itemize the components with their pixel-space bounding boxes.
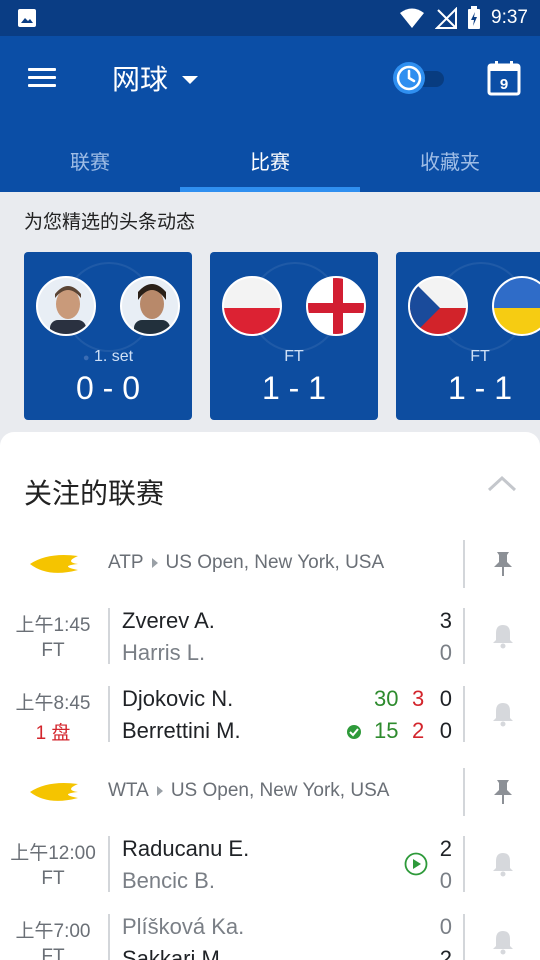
sport-label: 网球 — [112, 63, 169, 96]
followed-leagues-sheet: 关注的联赛 ATP US Open, New York, USA 上午1:45 … — [0, 432, 540, 960]
serve-icon: ● — [82, 352, 90, 364]
sport-selector[interactable]: 网球 — [112, 58, 199, 98]
tab-favorites[interactable]: 收藏夹 — [360, 128, 540, 192]
no-signal-icon — [435, 7, 458, 29]
poland-flag-icon — [222, 276, 282, 336]
pin-icon[interactable] — [490, 778, 516, 806]
score-away: 0 — [439, 718, 452, 743]
caret-down-icon — [182, 76, 199, 84]
match-status: FT — [41, 640, 65, 661]
player-away: Harris L. — [122, 640, 206, 665]
player-away: Sakkari M. — [122, 946, 226, 960]
battery-charging-icon — [468, 6, 481, 29]
bell-icon[interactable] — [490, 700, 516, 728]
league-event: US Open, New York, USA — [165, 552, 385, 573]
score-home: 2 — [439, 836, 452, 861]
card-status: FT — [284, 348, 304, 365]
match-status: 1 盘 — [35, 723, 71, 744]
match-status: FT — [41, 946, 65, 960]
featured-cards: ● 1. set 0 - 0 FT 1 - 1 FT 1 - 1 — [24, 252, 540, 420]
featured-title: 为您精选的头条动态 — [24, 211, 196, 233]
image-notification-icon — [18, 9, 36, 27]
game-points-home: 30 — [374, 686, 399, 711]
clock-time: 9:37 — [491, 7, 528, 28]
menu-icon[interactable] — [22, 64, 62, 92]
score-away: 2 — [439, 946, 452, 960]
set-score-home: 3 — [412, 686, 425, 711]
player-home: Plíšková Ka. — [122, 914, 245, 939]
card-score: 0 - 0 — [75, 370, 141, 406]
bell-icon[interactable] — [490, 928, 516, 956]
chevron-up-icon[interactable] — [486, 472, 518, 496]
card-status: FT — [470, 348, 490, 365]
featured-card[interactable]: ● 1. set 0 - 0 — [24, 252, 192, 420]
arrow-right-icon — [156, 786, 163, 796]
match-time: 上午8:45 — [15, 693, 91, 714]
featured-card[interactable]: FT 1 - 1 — [396, 252, 540, 420]
match-time: 上午1:45 — [15, 615, 91, 636]
score-away: 0 — [439, 640, 452, 665]
card-score: 1 - 1 — [261, 370, 327, 406]
tab-leagues[interactable]: 联赛 — [0, 128, 180, 192]
score-home: 3 — [439, 608, 452, 633]
league-tour: ATP — [108, 552, 144, 573]
league-header-wta[interactable]: WTA US Open, New York, USA — [0, 768, 540, 816]
app-bar: 网球 9 联赛 比赛 收藏夹 — [0, 36, 540, 192]
match-row[interactable]: 上午1:45 FT Zverev A. Harris L. 3 0 — [0, 604, 540, 668]
us-open-logo-icon — [30, 783, 78, 801]
match-row[interactable]: 上午8:45 1 盘 Djokovic N. Berrettini M. 30 … — [0, 682, 540, 746]
player-away: Berrettini M. — [122, 718, 241, 743]
match-time: 上午7:00 — [15, 921, 91, 942]
player-home: Djokovic N. — [122, 686, 234, 711]
player-home: Raducanu E. — [122, 836, 250, 861]
wifi-icon — [400, 8, 425, 28]
player-away: Bencic B. — [122, 868, 215, 893]
league-tour: WTA — [108, 780, 149, 801]
match-time: 上午12:00 — [10, 843, 96, 864]
match-status: FT — [41, 868, 65, 889]
score-away: 0 — [439, 868, 452, 893]
featured-card[interactable]: FT 1 - 1 — [210, 252, 378, 420]
score-home: 0 — [439, 686, 452, 711]
player-avatar — [36, 276, 96, 336]
pin-icon[interactable] — [490, 550, 516, 578]
serve-indicator-icon — [347, 725, 361, 739]
player-avatar — [120, 276, 180, 336]
card-status: ● 1. set — [82, 348, 134, 365]
calendar-icon[interactable]: 9 — [484, 58, 524, 98]
czech-flag-icon — [408, 276, 468, 336]
england-flag-icon — [306, 276, 366, 336]
tab-matches[interactable]: 比赛 — [180, 128, 360, 192]
player-home: Zverev A. — [122, 608, 215, 633]
league-event: US Open, New York, USA — [170, 780, 390, 801]
arrow-right-icon — [151, 558, 158, 568]
match-row[interactable]: 上午7:00 FT Plíšková Ka. Sakkari M. 0 2 — [0, 910, 540, 960]
tab-bar: 联赛 比赛 收藏夹 — [0, 128, 540, 192]
match-row[interactable]: 上午12:00 FT Raducanu E. Bencic B. 2 0 — [0, 832, 540, 896]
game-points-away: 15 — [374, 718, 399, 743]
league-header-atp[interactable]: ATP US Open, New York, USA — [0, 540, 540, 588]
score-home: 0 — [439, 914, 452, 939]
video-play-icon[interactable] — [404, 852, 428, 876]
us-open-logo-icon — [30, 555, 78, 573]
status-bar: 9:37 — [0, 0, 540, 36]
bell-icon[interactable] — [490, 850, 516, 878]
card-score: 1 - 1 — [447, 370, 513, 406]
clock-toggle[interactable] — [390, 58, 446, 98]
section-title: 关注的联赛 — [24, 477, 165, 510]
set-score-away: 2 — [412, 718, 425, 743]
bell-icon[interactable] — [490, 622, 516, 650]
calendar-day: 9 — [500, 76, 508, 93]
